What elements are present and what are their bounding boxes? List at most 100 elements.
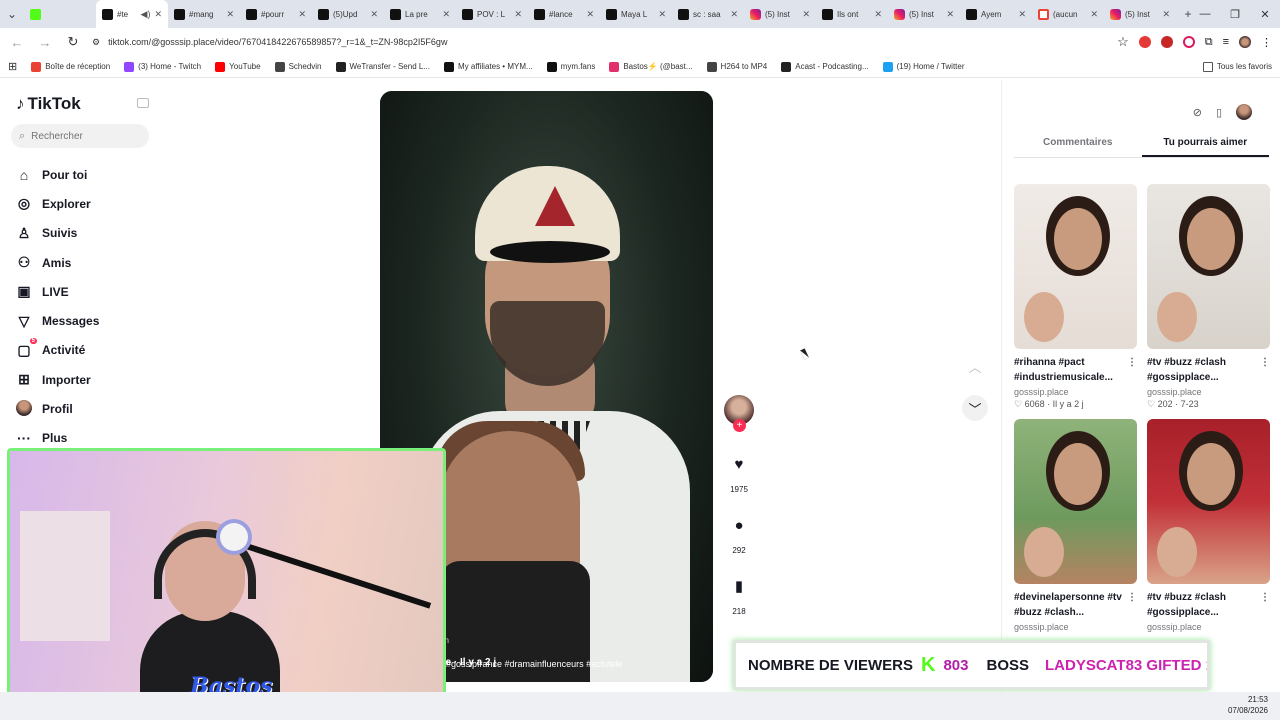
card-caption[interactable]: #rihanna #pact #industriemusicale... <box>1014 355 1124 385</box>
tab-audio-icon[interactable]: ◀) <box>141 9 151 20</box>
close-tab-icon[interactable]: ✕ <box>298 9 306 20</box>
system-clock[interactable]: 21:53 07/08/2026 <box>1228 694 1268 716</box>
bookmark-item[interactable]: YouTube <box>215 61 261 72</box>
extensions-puzzle-icon[interactable]: ⧉ <box>1205 36 1213 49</box>
close-tab-icon[interactable]: ✕ <box>1162 9 1170 20</box>
coins-icon[interactable]: ⊘ <box>1193 106 1202 119</box>
browser-tab[interactable]: POV : L ✕ <box>456 0 528 28</box>
site-info-icon[interactable]: ⚙ <box>92 37 100 48</box>
bookmark-item[interactable]: (3) Home - Twitch <box>124 61 201 72</box>
video-thumbnail[interactable] <box>1147 419 1270 584</box>
browser-tab[interactable]: La pre ✕ <box>384 0 456 28</box>
card-author[interactable]: gosssip.place <box>1147 622 1270 632</box>
video-thumbnail[interactable] <box>1147 184 1270 349</box>
card-author[interactable]: gosssip.place <box>1014 387 1137 397</box>
more-options-icon[interactable]: ⋮ <box>1127 590 1137 620</box>
sidebar-item-activit-[interactable]: ▢ 5 Activité <box>16 336 156 365</box>
close-tab-icon[interactable]: ✕ <box>514 9 522 20</box>
save-action[interactable]: ▮ 218 <box>722 571 756 616</box>
profile-avatar-icon[interactable] <box>1239 36 1251 48</box>
extension-block-icon[interactable] <box>1182 36 1195 48</box>
browser-menu-icon[interactable]: ⋮ <box>1261 36 1272 49</box>
bookmark-item[interactable]: WeTransfer - Send L... <box>335 61 430 72</box>
minimize-icon[interactable]: — <box>1190 0 1220 28</box>
reload-icon[interactable]: ↻ <box>64 34 82 50</box>
sidebar-item-importer[interactable]: ⊞ Importer <box>16 365 156 394</box>
tab-search-icon[interactable]: ⌄ <box>0 7 24 21</box>
bookmark-item[interactable]: H264 to MP4 <box>706 61 767 72</box>
back-icon[interactable]: ← <box>8 35 26 50</box>
more-options-icon[interactable]: ⋮ <box>1260 590 1270 620</box>
close-tab-icon[interactable]: ✕ <box>874 9 882 20</box>
tab-you-may-like[interactable]: Tu pourrais aimer <box>1141 132 1269 157</box>
card-caption[interactable]: #tv #buzz #clash #gossipplace... <box>1147 590 1257 620</box>
browser-tab[interactable]: (5)Upd ✕ <box>312 0 384 28</box>
bookmark-item[interactable]: My affiliates • MYM... <box>443 61 533 72</box>
bookmark-item[interactable]: Bastos⚡️ (@bast... <box>609 61 693 72</box>
bookmark-star-icon[interactable]: ☆ <box>1117 34 1129 50</box>
close-tab-icon[interactable]: ✕ <box>1090 9 1098 20</box>
maximize-icon[interactable]: ❐ <box>1220 0 1250 28</box>
forward-icon[interactable]: → <box>36 35 54 50</box>
tiktok-logo[interactable]: ♪ TikTok <box>16 94 81 114</box>
close-window-icon[interactable]: ✕ <box>1250 0 1280 28</box>
bookmark-item[interactable]: mym.fans <box>546 61 595 72</box>
bookmark-item[interactable]: Boîte de réception <box>31 61 110 72</box>
media-controls-icon[interactable]: ≡ <box>1223 36 1229 48</box>
browser-tab[interactable] <box>24 0 96 28</box>
sidebar-item-messages[interactable]: ▽ Messages <box>16 306 156 335</box>
follow-plus-icon[interactable]: + <box>733 419 746 432</box>
more-options-icon[interactable]: ⋮ <box>1260 355 1270 385</box>
close-tab-icon[interactable]: ✕ <box>586 9 594 20</box>
browser-tab[interactable]: #lance ✕ <box>528 0 600 28</box>
browser-tab[interactable]: #te ◀) ✕ <box>96 0 168 28</box>
next-video-icon[interactable]: ﹀ <box>962 395 988 421</box>
video-card[interactable]: #devinelapersonne #tv #buzz #clash... ⋮ go… <box>1014 419 1137 632</box>
sidebar-item-profil[interactable]: Profil <box>16 394 156 423</box>
close-tab-icon[interactable]: ✕ <box>370 9 378 20</box>
all-bookmarks[interactable]: Tous les favoris <box>1202 61 1272 72</box>
bookmark-item[interactable]: Acast - Podcasting... <box>781 61 869 72</box>
comment-action[interactable]: ● 292 <box>722 510 756 556</box>
browser-tab[interactable]: (aucun ✕ <box>1032 0 1104 28</box>
close-tab-icon[interactable]: ✕ <box>730 9 738 20</box>
browser-tab[interactable]: #pourr ✕ <box>240 0 312 28</box>
video-card[interactable]: #tv #buzz #clash #gossipplace... ⋮ gosssip… <box>1147 184 1270 410</box>
bookmark-item[interactable]: (19) Home / Twitter <box>882 61 965 72</box>
bookmark-item[interactable]: Schedvin <box>274 61 322 72</box>
bookmark-icon[interactable]: ▮ <box>724 571 754 601</box>
close-tab-icon[interactable]: ✕ <box>442 9 450 20</box>
video-card[interactable]: #rihanna #pact #industriemusicale... ⋮ gos… <box>1014 184 1137 410</box>
search-input[interactable] <box>31 130 132 142</box>
close-tab-icon[interactable]: ✕ <box>946 9 954 20</box>
extension-adblock-icon[interactable] <box>1138 36 1151 48</box>
browser-tab[interactable]: Maya L ✕ <box>600 0 672 28</box>
search-box[interactable]: ⌕ <box>11 124 149 148</box>
card-author[interactable]: gosssip.place <box>1147 387 1270 397</box>
sidebar-item-live[interactable]: ▣ LIVE <box>16 277 156 306</box>
browser-tab[interactable]: #mang ✕ <box>168 0 240 28</box>
apps-grid-icon[interactable]: ⊞ <box>8 60 17 73</box>
card-author[interactable]: gosssip.place <box>1014 622 1137 632</box>
sidebar-item-suivis[interactable]: ♙ Suivis <box>16 219 156 248</box>
video-hashtags[interactable]: #gossipfrance #dramainfluenceurs #actute… <box>446 659 623 669</box>
browser-tab[interactable]: Ils ont ✕ <box>816 0 888 28</box>
browser-tab[interactable]: Ayem ✕ <box>960 0 1032 28</box>
extension-record-icon[interactable] <box>1160 36 1173 48</box>
heart-icon[interactable]: ♥ <box>724 449 754 479</box>
tab-comments[interactable]: Commentaires <box>1014 132 1142 157</box>
user-avatar[interactable] <box>1236 104 1252 120</box>
url-field[interactable]: ⚙ tiktok.com/@gosssip.place/video/767041… <box>92 37 1107 48</box>
card-caption[interactable]: #devinelapersonne #tv #buzz #clash... <box>1014 590 1124 620</box>
browser-tab[interactable]: (5) Inst ✕ <box>888 0 960 28</box>
browser-tab[interactable]: sc : saa ✕ <box>672 0 744 28</box>
previous-video-icon[interactable]: ︿ <box>962 353 988 379</box>
sidebar-item-amis[interactable]: ⚇ Amis <box>16 248 156 277</box>
close-tab-icon[interactable]: ✕ <box>1018 9 1026 20</box>
close-tab-icon[interactable]: ✕ <box>226 9 234 20</box>
sidebar-item-pour-toi[interactable]: ⌂ Pour toi <box>16 160 156 189</box>
video-card[interactable]: #tv #buzz #clash #gossipplace... ⋮ gosssip… <box>1147 419 1270 632</box>
creator-avatar[interactable]: + <box>724 395 754 432</box>
browser-tab[interactable]: (5) Inst ✕ <box>744 0 816 28</box>
device-icon[interactable]: ▯ <box>1216 106 1222 119</box>
